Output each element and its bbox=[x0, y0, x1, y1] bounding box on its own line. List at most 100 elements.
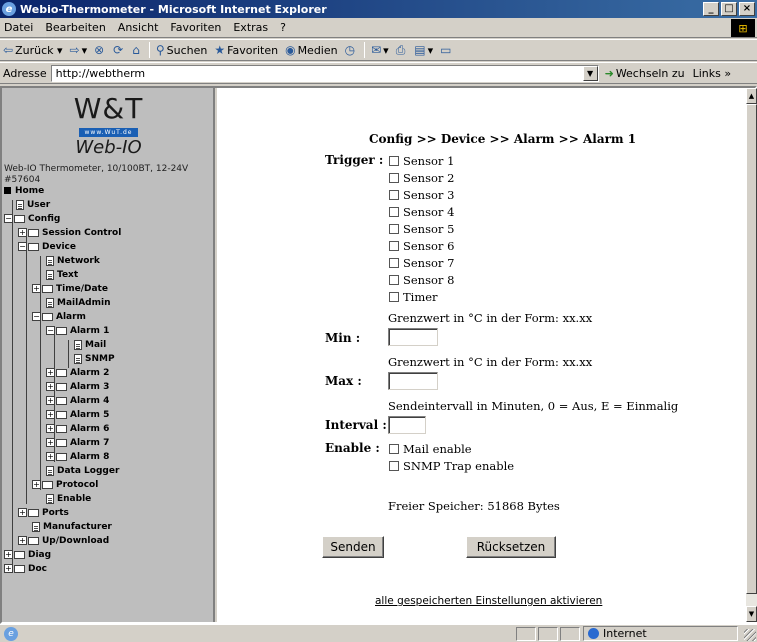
nav-protocol[interactable]: + Protocol bbox=[32, 478, 98, 491]
expand-icon[interactable]: + bbox=[18, 508, 27, 517]
menu-favoriten[interactable]: Favoriten bbox=[170, 21, 221, 34]
expand-icon[interactable]: + bbox=[4, 550, 13, 559]
scroll-thumb[interactable] bbox=[746, 104, 757, 594]
print-button[interactable]: ⎙ bbox=[396, 43, 408, 58]
nav-diag[interactable]: + Diag bbox=[4, 548, 51, 561]
nav-alarm-6[interactable]: + Alarm 6 bbox=[46, 422, 109, 435]
nav-session-control[interactable]: + Session Control bbox=[18, 226, 121, 239]
nav-alarm-5[interactable]: + Alarm 5 bbox=[46, 408, 109, 421]
sensor-5-option[interactable]: Sensor 5 bbox=[389, 222, 454, 236]
sensor-4-option[interactable]: Sensor 4 bbox=[389, 205, 454, 219]
scroll-up-button[interactable]: ▲ bbox=[746, 88, 757, 104]
nav-snmp[interactable]: SNMP bbox=[74, 352, 115, 365]
maximize-button[interactable]: □ bbox=[721, 2, 737, 16]
nav-network[interactable]: Network bbox=[46, 254, 100, 267]
mail-enable-option[interactable]: Mail enable bbox=[389, 442, 472, 456]
collapse-icon[interactable]: − bbox=[32, 312, 41, 321]
mail-enable-checkbox[interactable] bbox=[389, 444, 399, 454]
nav-updownload[interactable]: + Up/Download bbox=[18, 534, 109, 547]
home-button[interactable]: ⌂ bbox=[132, 43, 142, 57]
vertical-scrollbar[interactable]: ▲ ▼ bbox=[746, 88, 757, 622]
nav-alarm-8[interactable]: + Alarm 8 bbox=[46, 450, 109, 463]
go-button[interactable]: ➜ Wechseln zu bbox=[605, 67, 685, 80]
nav-text[interactable]: Text bbox=[46, 268, 78, 281]
expand-icon[interactable]: + bbox=[32, 284, 41, 293]
expand-icon[interactable]: + bbox=[46, 368, 55, 377]
menu-ansicht[interactable]: Ansicht bbox=[118, 21, 159, 34]
nav-alarm-1[interactable]: − Alarm 1 bbox=[46, 324, 109, 337]
nav-time-date[interactable]: + Time/Date bbox=[32, 282, 108, 295]
nav-alarm-2[interactable]: + Alarm 2 bbox=[46, 366, 109, 379]
expand-icon[interactable]: + bbox=[4, 564, 13, 573]
sensor-4-checkbox[interactable] bbox=[389, 207, 399, 217]
sensor-3-option[interactable]: Sensor 3 bbox=[389, 188, 454, 202]
snmp-enable-option[interactable]: SNMP Trap enable bbox=[389, 459, 514, 473]
collapse-icon[interactable]: − bbox=[46, 326, 55, 335]
links-button[interactable]: Links » bbox=[693, 67, 732, 80]
nav-mail[interactable]: Mail bbox=[74, 338, 106, 351]
collapse-icon[interactable]: − bbox=[4, 214, 13, 223]
sensor-7-option[interactable]: Sensor 7 bbox=[389, 256, 454, 270]
reset-button[interactable]: Rücksetzen bbox=[466, 536, 556, 558]
expand-icon[interactable]: + bbox=[46, 396, 55, 405]
expand-icon[interactable]: + bbox=[46, 424, 55, 433]
expand-icon[interactable]: + bbox=[32, 480, 41, 489]
address-dropdown-icon[interactable]: ▼ bbox=[582, 65, 598, 81]
expand-icon[interactable]: + bbox=[18, 228, 27, 237]
sensor-6-checkbox[interactable] bbox=[389, 241, 399, 251]
resize-grip-icon[interactable] bbox=[744, 629, 756, 641]
sensor-5-checkbox[interactable] bbox=[389, 224, 399, 234]
interval-input[interactable] bbox=[388, 416, 426, 434]
media-button[interactable]: ◉ Medien bbox=[285, 43, 338, 57]
sensor-8-checkbox[interactable] bbox=[389, 275, 399, 285]
discuss-button[interactable]: ▭ bbox=[440, 43, 453, 57]
snmp-enable-checkbox[interactable] bbox=[389, 461, 399, 471]
favorites-button[interactable]: ★ Favoriten bbox=[214, 43, 278, 57]
submit-button[interactable]: Senden bbox=[322, 536, 384, 558]
menu-datei[interactable]: Datei bbox=[4, 21, 33, 34]
expand-icon[interactable]: + bbox=[18, 536, 27, 545]
sensor-2-checkbox[interactable] bbox=[389, 173, 399, 183]
stop-button[interactable]: ⊗ bbox=[94, 43, 106, 57]
close-button[interactable]: × bbox=[739, 2, 755, 16]
nav-mailadmin[interactable]: MailAdmin bbox=[46, 296, 110, 309]
timer-checkbox[interactable] bbox=[389, 292, 399, 302]
menu-bearbeiten[interactable]: Bearbeiten bbox=[45, 21, 105, 34]
expand-icon[interactable]: + bbox=[46, 382, 55, 391]
nav-alarm-7[interactable]: + Alarm 7 bbox=[46, 436, 109, 449]
menu-extras[interactable]: Extras bbox=[233, 21, 268, 34]
nav-data-logger[interactable]: Data Logger bbox=[46, 464, 119, 477]
nav-home[interactable]: Home bbox=[4, 184, 44, 197]
forward-button[interactable]: ⇨ ▾ bbox=[70, 43, 88, 57]
back-button[interactable]: ⇦ Zurück ▾ bbox=[3, 43, 63, 57]
collapse-icon[interactable]: − bbox=[18, 242, 27, 251]
sensor-2-option[interactable]: Sensor 2 bbox=[389, 171, 454, 185]
history-button[interactable]: ◷ bbox=[345, 43, 357, 57]
nav-config[interactable]: − Config bbox=[4, 212, 60, 225]
sensor-1-option[interactable]: Sensor 1 bbox=[389, 154, 454, 168]
search-button[interactable]: ⚲ Suchen bbox=[156, 43, 208, 57]
min-input[interactable] bbox=[388, 328, 438, 346]
sensor-3-checkbox[interactable] bbox=[389, 190, 399, 200]
activate-settings-link[interactable]: alle gespeicherten Einstellungen aktivie… bbox=[375, 595, 602, 607]
sensor-8-option[interactable]: Sensor 8 bbox=[389, 273, 454, 287]
nav-enable[interactable]: Enable bbox=[46, 492, 91, 505]
nav-user[interactable]: User bbox=[16, 198, 50, 211]
nav-manufacturer[interactable]: Manufacturer bbox=[32, 520, 112, 533]
mail-button[interactable]: ✉ ▾ bbox=[371, 43, 389, 57]
menu-help[interactable]: ? bbox=[280, 21, 286, 34]
sensor-6-option[interactable]: Sensor 6 bbox=[389, 239, 454, 253]
address-input[interactable]: http://webtherm ▼ bbox=[50, 64, 599, 82]
expand-icon[interactable]: + bbox=[46, 410, 55, 419]
sensor-1-checkbox[interactable] bbox=[389, 156, 399, 166]
nav-ports[interactable]: + Ports bbox=[18, 506, 69, 519]
max-input[interactable] bbox=[388, 372, 438, 390]
minimize-button[interactable]: _ bbox=[703, 2, 719, 16]
nav-alarm-4[interactable]: + Alarm 4 bbox=[46, 394, 109, 407]
nav-doc[interactable]: + Doc bbox=[4, 562, 47, 575]
timer-option[interactable]: Timer bbox=[389, 290, 438, 304]
scroll-down-button[interactable]: ▼ bbox=[746, 606, 757, 622]
refresh-button[interactable]: ⟳ bbox=[113, 43, 125, 57]
expand-icon[interactable]: + bbox=[46, 452, 55, 461]
sensor-7-checkbox[interactable] bbox=[389, 258, 399, 268]
